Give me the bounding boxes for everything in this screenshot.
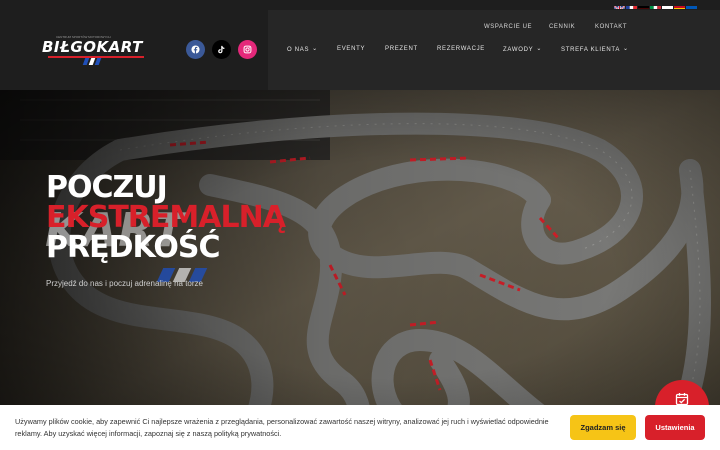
flag-ua-icon[interactable]	[686, 1, 697, 9]
hero-subtitle: Przyjedź do nas i poczuj adrenalinę na t…	[46, 279, 203, 288]
flag-fr-icon[interactable]	[626, 1, 637, 9]
chevron-down-icon: ⌄	[536, 46, 543, 52]
chevron-down-icon: ⌄	[312, 46, 318, 52]
cookie-consent-text: Używamy plików cookie, aby zapewnić Ci n…	[15, 417, 549, 438]
nav-item-eventy[interactable]: EVENTY	[337, 46, 365, 52]
top-link-cennik[interactable]: CENNIK	[549, 24, 575, 30]
site-header: CENTRUM SPORTÓW MOTOROWYCH BIŁGOKART WSP…	[0, 0, 720, 90]
flag-es-icon[interactable]	[674, 1, 685, 9]
calendar-check-icon	[675, 393, 689, 406]
karting-track-aerial-image	[0, 90, 720, 450]
logo-flag-stripes	[82, 58, 102, 65]
flag-pl-icon[interactable]	[662, 1, 673, 9]
hero-title-line1: POCZUJ	[46, 170, 168, 205]
nav-item-strefa-klienta[interactable]: STREFA KLIENTA ⌄	[561, 46, 629, 53]
nav-label: O NAS	[287, 47, 310, 53]
tiktok-link[interactable]	[212, 40, 231, 59]
nav-label: PREZENT	[385, 46, 418, 52]
flag-de-icon[interactable]	[638, 1, 649, 9]
facebook-link[interactable]	[186, 40, 205, 59]
nav-label: EVENTY	[337, 46, 366, 52]
nav-label: ZAWODY	[503, 47, 534, 53]
nav-item-rezerwacje[interactable]: REZERWACJE	[437, 46, 485, 52]
chevron-down-icon: ⌄	[623, 46, 629, 52]
site-logo[interactable]: CENTRUM SPORTÓW MOTOROWYCH BIŁGOKART	[42, 35, 152, 68]
page: CENTRUM SPORTÓW MOTOROWYCH BIŁGOKART WSP…	[0, 0, 720, 450]
nav-item-prezent[interactable]: PREZENT	[385, 46, 418, 52]
top-link-wsparcie-ue[interactable]: WSPARCIE UE	[484, 24, 532, 30]
nav-label: STREFA KLIENTA	[561, 47, 621, 53]
language-switcher	[614, 1, 697, 9]
instagram-icon	[243, 45, 252, 54]
cookie-consent-bar: Używamy plików cookie, aby zapewnić Ci n…	[0, 405, 720, 450]
cookie-settings-button[interactable]: Ustawienia	[645, 415, 705, 440]
hero-title-line2: EKSTREMALNĄ	[46, 200, 286, 235]
nav-item-zawody[interactable]: ZAWODY ⌄	[503, 46, 542, 53]
cookie-accept-button[interactable]: Zgadzam się	[570, 415, 636, 440]
hero-section: KART POCZUJ EKSTREMALNĄ PRĘDKOŚĆ Przyjed…	[0, 90, 720, 450]
tiktok-icon	[218, 45, 225, 54]
top-link-kontakt[interactable]: KONTAKT	[595, 24, 627, 30]
logo-text: BIŁGOKART	[42, 38, 143, 56]
nav-label: REZERWACJE	[437, 46, 486, 52]
hero-title-line3: PRĘDKOŚĆ	[46, 230, 221, 265]
facebook-icon	[191, 45, 200, 54]
flag-it-icon[interactable]	[650, 1, 661, 9]
nav-item-o-nas[interactable]: O NAS ⌄	[287, 46, 318, 53]
flag-en-icon[interactable]	[614, 1, 625, 9]
instagram-link[interactable]	[238, 40, 257, 59]
nav-panel	[268, 10, 720, 90]
